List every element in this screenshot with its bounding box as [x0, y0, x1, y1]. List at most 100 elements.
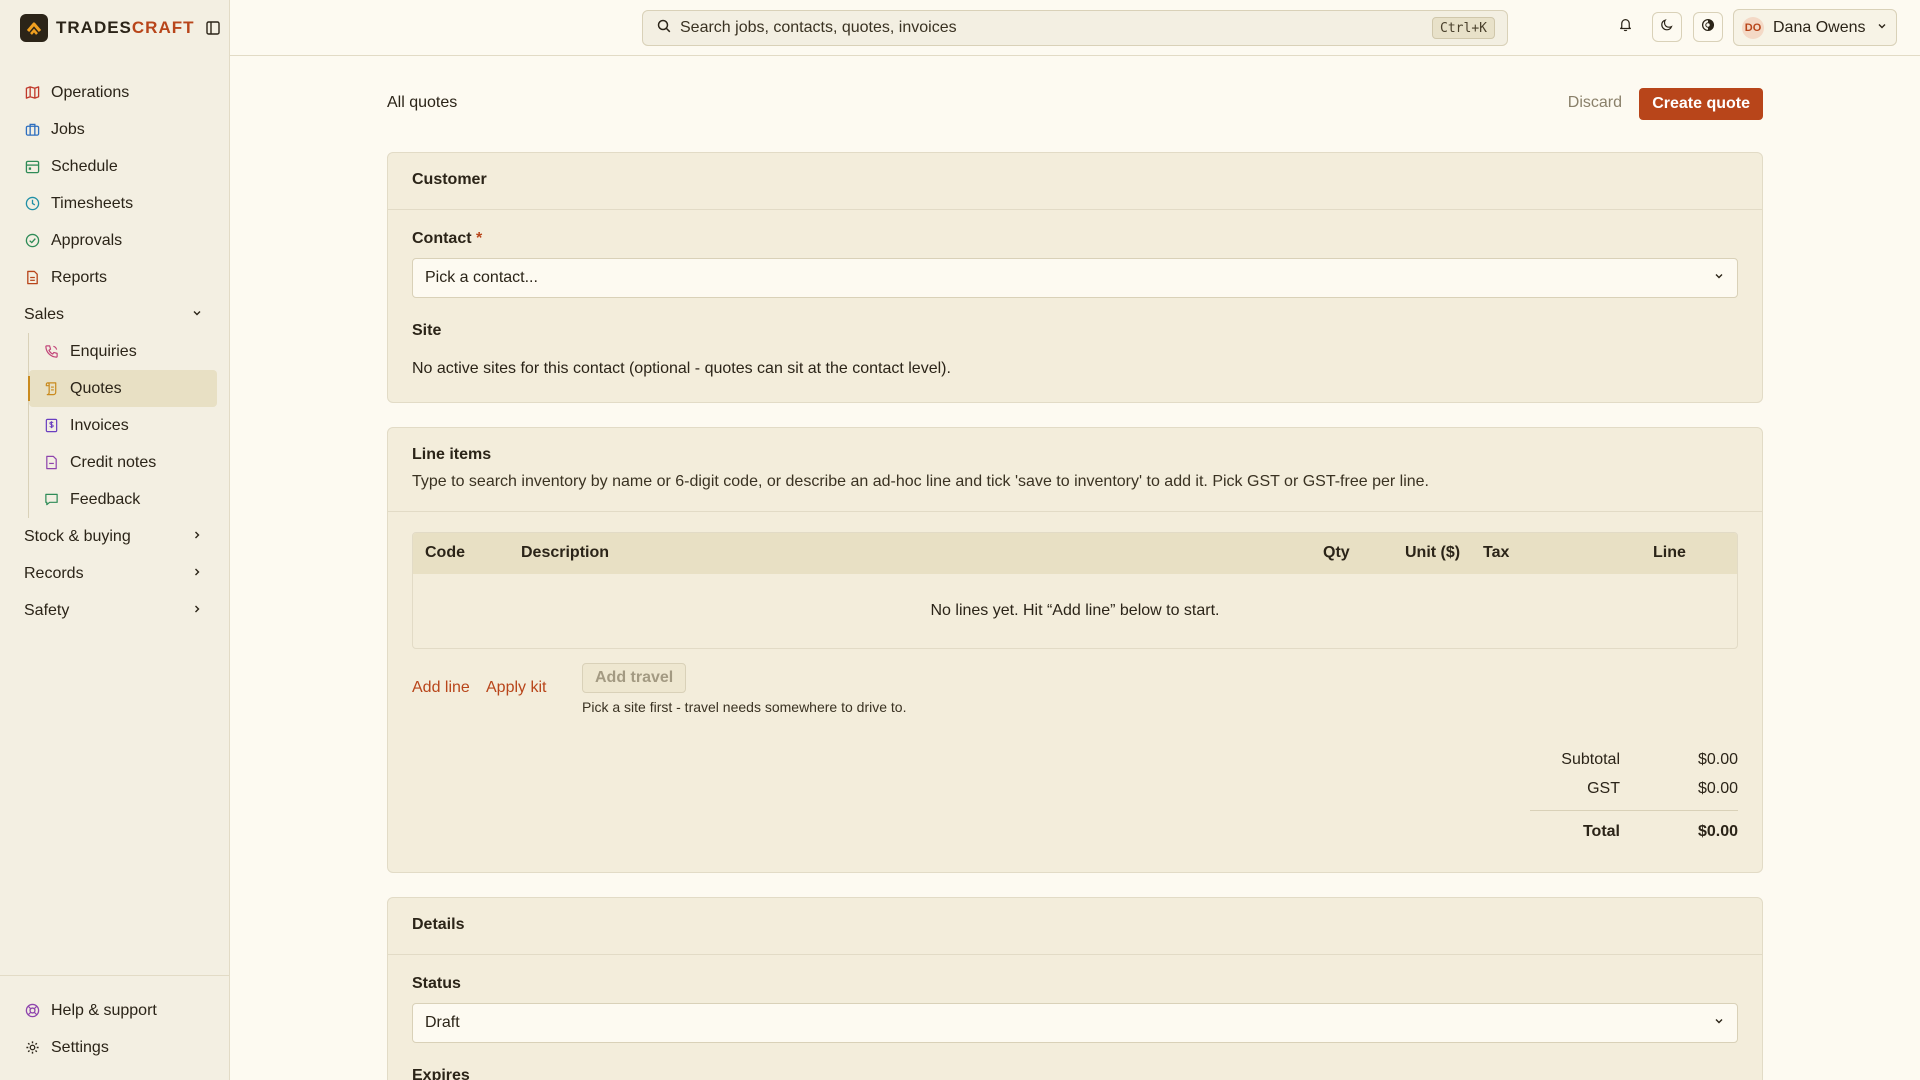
nav-group-label: Records	[24, 564, 84, 582]
col-description: Description	[521, 544, 610, 561]
nav-item-reports[interactable]: Reports	[0, 259, 229, 296]
nav-item-settings[interactable]: Settings	[0, 1029, 229, 1066]
chevron-down-icon	[1713, 269, 1725, 287]
lifebuoy-icon	[24, 1003, 40, 1019]
col-code: Code	[425, 544, 465, 561]
nav-item-credit-notes[interactable]: Credit notes	[29, 444, 217, 481]
total-label: Total	[1582, 822, 1620, 840]
nav-item-jobs[interactable]: Jobs	[0, 111, 229, 148]
details-title: Details	[412, 916, 465, 933]
site-note: No active sites for this contact (option…	[412, 360, 951, 377]
expires-label: Expires	[412, 1067, 470, 1080]
line-items-title: Line items	[412, 446, 492, 463]
sales-sub-list: Enquiries Quotes Invoices Credit notes F…	[28, 333, 229, 518]
theme-toggle-button[interactable]	[1652, 12, 1682, 42]
topbar: Search jobs, contacts, quotes, invoices …	[230, 0, 1920, 56]
chevron-right-icon	[191, 565, 203, 583]
customer-title: Customer	[412, 171, 487, 188]
site-label: Site	[412, 322, 442, 339]
nav-item-schedule[interactable]: Schedule	[0, 148, 229, 185]
nav-group-label: Stock & buying	[24, 527, 131, 545]
nav-item-quotes[interactable]: Quotes	[28, 370, 217, 407]
moon-icon	[1660, 18, 1674, 37]
chevron-right-icon	[191, 528, 203, 546]
customer-card: Customer Contact * Pick a contact... Sit…	[387, 152, 1763, 403]
nav-item-timesheets[interactable]: Timesheets	[0, 185, 229, 222]
user-menu[interactable]: DO Dana Owens	[1733, 9, 1897, 46]
status-value: Draft	[425, 1014, 460, 1031]
nav-label: Jobs	[51, 120, 85, 138]
line-items-table: Code Description Qty Unit ($) Tax Line N…	[412, 532, 1738, 649]
brand: TRADESCRAFT	[0, 0, 229, 56]
status-label: Status	[412, 975, 461, 992]
nav-group-records[interactable]: Records	[0, 555, 229, 592]
nav-group-label: Sales	[24, 305, 65, 323]
notifications-button[interactable]	[1610, 12, 1640, 42]
all-quotes-link[interactable]: All quotes	[387, 94, 457, 112]
main-nav: Operations Jobs Schedule Timesheets Appr…	[0, 74, 229, 629]
customer-card-header: Customer	[388, 153, 1762, 210]
nav-label: Quotes	[70, 379, 122, 397]
discard-button[interactable]: Discard	[1568, 94, 1622, 112]
nav-item-operations[interactable]: Operations	[0, 74, 229, 111]
chevron-down-icon	[1713, 1014, 1725, 1032]
briefcase-icon	[24, 122, 40, 138]
apply-kit-button[interactable]: Apply kit	[486, 679, 546, 697]
gear-icon	[24, 1040, 40, 1056]
nav-label: Enquiries	[70, 342, 137, 360]
nav-item-help-support[interactable]: Help & support	[0, 992, 229, 1029]
avatar: DO	[1742, 16, 1764, 39]
add-travel-button[interactable]: Add travel	[582, 663, 687, 693]
clock-icon	[24, 196, 40, 212]
brand-logo-icon[interactable]	[20, 14, 48, 42]
page-header: All quotes Discard Create quote	[387, 56, 1763, 152]
scroll-icon	[43, 381, 59, 397]
user-name: Dana Owens	[1773, 18, 1866, 36]
nav-label: Schedule	[51, 157, 118, 175]
details-card: Details Status Draft Expires	[387, 897, 1763, 1080]
brand-name: TRADESCRAFT	[56, 18, 195, 37]
check-circle-icon	[24, 233, 40, 249]
nav-group-sales[interactable]: Sales	[0, 296, 229, 333]
sidebar: TRADESCRAFT Operations Jobs Schedule Tim…	[0, 0, 230, 1080]
subtotal-value: $0.00	[1697, 750, 1738, 768]
required-mark: *	[476, 230, 483, 247]
nav-item-enquiries[interactable]: Enquiries	[29, 333, 217, 370]
nav-label: Help & support	[51, 1001, 157, 1019]
map-icon	[24, 85, 40, 101]
col-qty: Qty	[1323, 544, 1350, 561]
global-search[interactable]: Search jobs, contacts, quotes, invoices …	[642, 10, 1508, 46]
sidebar-collapse-icon[interactable]	[204, 19, 222, 37]
message-icon	[43, 492, 59, 508]
contrast-button[interactable]	[1693, 12, 1723, 42]
contact-select[interactable]: Pick a contact...	[412, 258, 1738, 298]
line-items-subtitle: Type to search inventory by name or 6-di…	[412, 473, 1429, 490]
chevron-down-icon	[191, 306, 203, 324]
nav-label: Operations	[51, 83, 130, 101]
nav-item-approvals[interactable]: Approvals	[0, 222, 229, 259]
document-icon	[24, 270, 40, 286]
nav-group-stock-buying[interactable]: Stock & buying	[0, 518, 229, 555]
search-icon	[657, 19, 671, 38]
nav-label: Settings	[51, 1038, 109, 1056]
col-unit: Unit ($)	[1405, 544, 1461, 561]
status-select[interactable]: Draft	[412, 1003, 1738, 1043]
chevron-right-icon	[191, 602, 203, 620]
add-line-button[interactable]: Add line	[412, 679, 470, 697]
col-tax: Tax	[1483, 544, 1510, 561]
nav-group-safety[interactable]: Safety	[0, 592, 229, 629]
line-items-body: Code Description Qty Unit ($) Tax Line N…	[388, 512, 1762, 872]
customer-card-body: Contact * Pick a contact... Site No acti…	[388, 210, 1762, 402]
travel-hint: Pick a site first - travel needs somewhe…	[582, 699, 907, 715]
nav-label: Credit notes	[70, 453, 157, 471]
nav-item-invoices[interactable]: Invoices	[29, 407, 217, 444]
gst-value: $0.00	[1697, 779, 1738, 797]
nav-item-feedback[interactable]: Feedback	[29, 481, 217, 518]
nav-label: Invoices	[70, 416, 129, 434]
nav-group-label: Safety	[24, 601, 70, 619]
nav-label: Timesheets	[51, 194, 134, 212]
totals: Subtotal $0.00 GST $0.00 Total $0.00	[1530, 745, 1738, 848]
contact-label: Contact *	[412, 230, 483, 247]
line-items-header: Line items Type to search inventory by n…	[388, 428, 1762, 512]
create-quote-button[interactable]: Create quote	[1639, 88, 1763, 120]
